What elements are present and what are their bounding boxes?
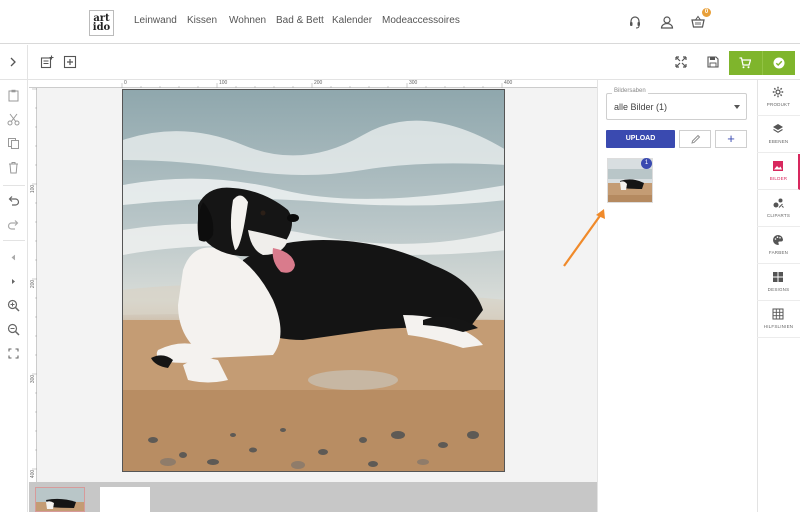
ruler-label: 400: [30, 469, 37, 479]
nav-item-bad-bett[interactable]: Bad & Bett: [276, 15, 324, 26]
ruler-label: 200: [30, 279, 37, 289]
add-image-button[interactable]: +: [715, 130, 747, 148]
add-box-icon[interactable]: [63, 55, 77, 69]
image-filter-value: alle Bilder (1): [614, 102, 668, 112]
tab-designs[interactable]: DESIGNS: [757, 265, 800, 301]
clipboard-icon[interactable]: [7, 89, 20, 102]
tab-label: DESIGNS: [767, 287, 790, 292]
redo-icon[interactable]: [7, 218, 20, 231]
scissors-icon[interactable]: [7, 113, 20, 126]
user-icon[interactable]: [660, 15, 674, 29]
image-icon: [773, 161, 783, 171]
page-thumbnail-1[interactable]: [35, 487, 85, 512]
basket-icon[interactable]: [691, 15, 705, 29]
clipart-icon: [773, 198, 784, 208]
tab-produkt[interactable]: PRODUKT: [757, 80, 800, 116]
page-thumbnail-2[interactable]: [100, 487, 150, 512]
tab-label: CLIPARTS: [766, 213, 791, 218]
arrow-left-icon[interactable]: [7, 251, 20, 264]
tab-cliparts[interactable]: CLIPARTS: [757, 191, 800, 227]
nav-item-kissen[interactable]: Kissen: [187, 15, 217, 26]
editor-toolbar: [0, 45, 800, 80]
zoom-out-icon[interactable]: [7, 323, 20, 336]
tab-ebenen[interactable]: EBENEN: [757, 117, 800, 153]
tab-label: HILFSLINIEN: [763, 324, 794, 329]
zoom-in-icon[interactable]: [7, 299, 20, 312]
tab-farben[interactable]: FARBEN: [757, 228, 800, 264]
nav-item-leinwand[interactable]: Leinwand: [134, 15, 177, 26]
fullscreen-icon[interactable]: [674, 55, 688, 69]
add-page-icon[interactable]: [40, 55, 54, 69]
nav-item-wohnen[interactable]: Wohnen: [229, 15, 266, 26]
upload-button[interactable]: UPLOAD: [606, 130, 675, 148]
ruler-label: 100: [30, 184, 37, 194]
trash-icon[interactable]: [7, 161, 20, 174]
dog-beach-image: [123, 90, 504, 471]
edit-button[interactable]: [679, 130, 711, 148]
palette-icon: [773, 234, 783, 245]
vertical-ruler: 100 200 300 400: [29, 88, 37, 482]
basket-count-badge: 0: [702, 8, 711, 17]
tab-label: PRODUKT: [766, 102, 791, 107]
expand-panel-button[interactable]: [0, 45, 28, 80]
tab-label: FARBEN: [768, 250, 789, 255]
designs-icon: [773, 272, 783, 282]
logo-line2: ido: [92, 22, 111, 33]
pencil-icon: [691, 134, 701, 144]
save-icon[interactable]: [706, 55, 720, 69]
artido-logo[interactable]: art ido: [89, 10, 114, 36]
ruler-label: 100: [219, 80, 228, 86]
layers-icon: [773, 124, 783, 133]
ruler-label: 300: [409, 80, 418, 86]
tab-hilfslinien[interactable]: HILFSLINIEN: [757, 302, 800, 338]
tab-label: BILDER: [769, 176, 788, 181]
copy-icon[interactable]: [7, 137, 20, 150]
ruler-label: 200: [314, 80, 323, 86]
top-navigation: art ido Leinwand Kissen Wohnen Bad & Bet…: [0, 0, 800, 44]
ruler-label: 400: [504, 80, 513, 86]
horizontal-ruler: 0 100 200 300 400: [29, 80, 597, 88]
ruler-label: 0: [124, 80, 127, 86]
headset-icon[interactable]: [628, 15, 642, 29]
tab-label: EBENEN: [768, 139, 789, 144]
page-thumbnail-image: [36, 488, 84, 511]
annotation-arrow-icon: [563, 209, 605, 267]
tool-separator: [3, 185, 25, 186]
caret-down-icon: [734, 105, 740, 109]
cart-button-separator: [762, 51, 763, 75]
image-usage-badge: 1: [641, 158, 652, 169]
fit-screen-icon[interactable]: [7, 347, 20, 360]
tool-separator: [3, 240, 25, 241]
image-filter-label: Bildersaben: [612, 88, 648, 94]
left-tool-column: [0, 80, 28, 512]
cart-icon: [739, 57, 751, 69]
check-icon[interactable]: [773, 57, 785, 69]
ruler-label: 300: [30, 374, 37, 384]
gear-icon: [772, 86, 784, 98]
canvas-photo-dog-beach[interactable]: [122, 89, 505, 472]
grid-icon: [772, 308, 784, 320]
nav-item-modeaccessoires[interactable]: Modeaccessoires: [382, 15, 460, 26]
add-to-cart-button[interactable]: [729, 51, 795, 75]
tab-bilder[interactable]: BILDER: [757, 154, 800, 190]
nav-item-kalender[interactable]: Kalender: [332, 15, 372, 26]
chevron-right-icon: [10, 57, 16, 67]
undo-icon[interactable]: [7, 194, 20, 207]
arrow-right-icon[interactable]: [7, 275, 20, 288]
